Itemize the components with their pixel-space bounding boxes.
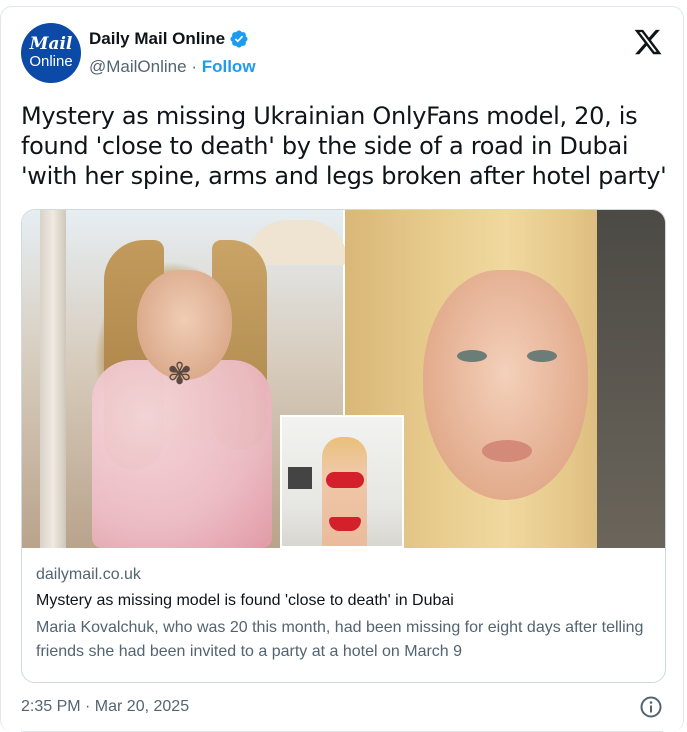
follow-button[interactable]: Follow <box>202 57 256 76</box>
tweet-header: Mail Online Daily Mail Online @MailOnlin… <box>21 23 663 83</box>
avatar-logo-line1: Mail <box>29 34 73 54</box>
author-handle[interactable]: @MailOnline <box>89 57 187 76</box>
tweet-embed: Mail Online Daily Mail Online @MailOnlin… <box>0 6 684 732</box>
tweet-footer: 2:35 PM · Mar 20, 2025 <box>21 695 663 719</box>
link-preview-card[interactable]: ✾ dailymail.co.uk Mystery as missing mod… <box>21 209 666 683</box>
photo-inset-red-bikini <box>280 415 404 548</box>
link-preview-image[interactable]: ✾ <box>22 210 665 548</box>
verified-badge-icon <box>230 30 248 48</box>
tweet-timestamp[interactable]: 2:35 PM · Mar 20, 2025 <box>21 698 189 715</box>
link-title: Mystery as missing model is found 'close… <box>36 592 454 609</box>
link-domain: dailymail.co.uk <box>36 566 141 583</box>
handle-separator: · <box>191 57 197 76</box>
butterfly-tattoo-icon: ✾ <box>167 358 193 391</box>
info-icon[interactable] <box>639 695 663 719</box>
avatar-logo-line2: Online <box>29 53 73 70</box>
avatar[interactable]: Mail Online <box>21 23 81 83</box>
author-name[interactable]: Daily Mail Online <box>89 29 225 49</box>
link-preview-text: dailymail.co.uk Mystery as missing model… <box>36 564 651 664</box>
author-name-row: Daily Mail Online <box>89 29 249 49</box>
x-logo-icon[interactable] <box>633 27 663 57</box>
tweet-text: Mystery as missing Ukrainian OnlyFans mo… <box>21 102 667 190</box>
author-handle-row: @MailOnline · Follow <box>89 57 256 77</box>
link-description: Maria Kovalchuk, who was 20 this month, … <box>36 619 644 660</box>
